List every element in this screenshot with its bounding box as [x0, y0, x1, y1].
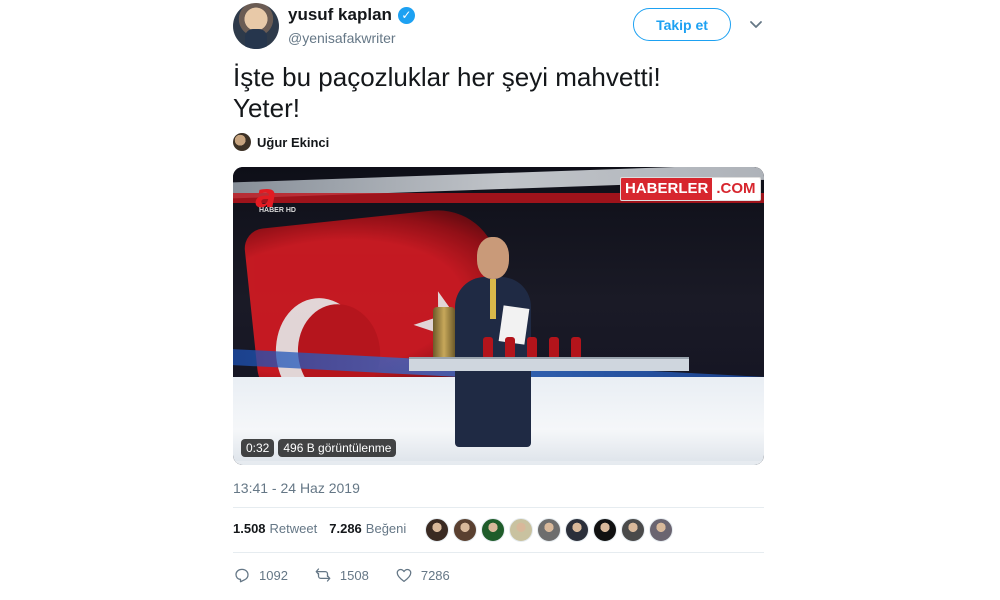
- desk-item: [571, 337, 581, 359]
- tagged-user[interactable]: Uğur Ekinci: [233, 133, 329, 151]
- liker-avatar[interactable]: [453, 518, 477, 542]
- desk-item: [549, 337, 559, 359]
- watermark-red-part: HABERLER: [621, 178, 713, 200]
- video-duration: 0:32: [241, 439, 275, 457]
- heart-icon: [396, 568, 412, 583]
- tweet-text: İşte bu paçozluklar her şeyi mahvetti! Y…: [233, 62, 661, 124]
- like-label[interactable]: Beğeni: [366, 521, 406, 536]
- retweet-label[interactable]: Retweet: [270, 521, 318, 536]
- retweet-action[interactable]: 1508: [314, 566, 369, 584]
- tagged-user-avatar: [233, 133, 251, 151]
- tweet-card: yusuf kaplan ✓ @yenisafakwriter Takip et…: [0, 0, 1000, 600]
- haberler-watermark: HABERLER .COM: [620, 177, 761, 201]
- divider: [233, 552, 764, 553]
- liker-avatar[interactable]: [565, 518, 589, 542]
- liker-avatar[interactable]: [649, 518, 673, 542]
- author-avatar[interactable]: [233, 3, 279, 49]
- news-anchor-tie: [490, 279, 496, 319]
- tweet-text-line-2: Yeter!: [233, 93, 300, 123]
- tagged-user-name: Uğur Ekinci: [257, 134, 330, 150]
- studio-desk: [409, 357, 689, 371]
- like-count[interactable]: 7.286: [329, 521, 362, 536]
- liker-avatar[interactable]: [425, 518, 449, 542]
- author-handle[interactable]: @yenisafakwriter: [288, 30, 396, 46]
- like-action-count: 7286: [420, 567, 450, 583]
- liker-avatar[interactable]: [481, 518, 505, 542]
- reply-icon: [235, 568, 249, 583]
- reply-action[interactable]: 1092: [233, 566, 288, 584]
- chevron-down-icon[interactable]: [748, 16, 764, 32]
- retweet-action-count: 1508: [339, 567, 369, 583]
- divider: [233, 507, 764, 508]
- retweet-count[interactable]: 1.508: [233, 521, 266, 536]
- liker-avatars: [425, 518, 673, 542]
- like-action[interactable]: 7286: [395, 566, 450, 584]
- author-display-name[interactable]: yusuf kaplan: [288, 5, 392, 25]
- video-progress-track[interactable]: [233, 461, 764, 465]
- desk-item: [527, 337, 537, 359]
- verified-badge-icon: ✓: [397, 6, 415, 24]
- retweet-icon: [315, 568, 331, 582]
- tweet-actions: 1092 1508 7286: [233, 566, 476, 584]
- tweet-timestamp[interactable]: 13:41 - 24 Haz 2019: [233, 480, 360, 496]
- watermark-com-part: .COM: [716, 180, 756, 197]
- follow-button[interactable]: Takip et: [633, 8, 731, 41]
- liker-avatar[interactable]: [509, 518, 533, 542]
- news-anchor-head: [477, 237, 509, 279]
- desk-item: [505, 337, 515, 359]
- video-player[interactable]: a HABER HD HABERLER .COM 0:32 496 B görü…: [233, 167, 764, 465]
- author-name-row: yusuf kaplan ✓: [288, 5, 415, 25]
- tweet-text-line-1: İşte bu paçozluklar her şeyi mahvetti!: [233, 62, 661, 92]
- liker-avatar[interactable]: [593, 518, 617, 542]
- engagement-stats: 1.508 Retweet 7.286 Beğeni: [233, 521, 406, 536]
- video-badges: 0:32 496 B görüntülenme: [241, 439, 397, 457]
- desk-lantern: [433, 307, 455, 359]
- liker-avatar[interactable]: [621, 518, 645, 542]
- desk-item: [483, 337, 493, 359]
- video-views: 496 B görüntülenme: [278, 439, 397, 457]
- reply-count: 1092: [259, 567, 288, 583]
- liker-avatar[interactable]: [537, 518, 561, 542]
- channel-logo-sub: HABER HD: [259, 207, 296, 214]
